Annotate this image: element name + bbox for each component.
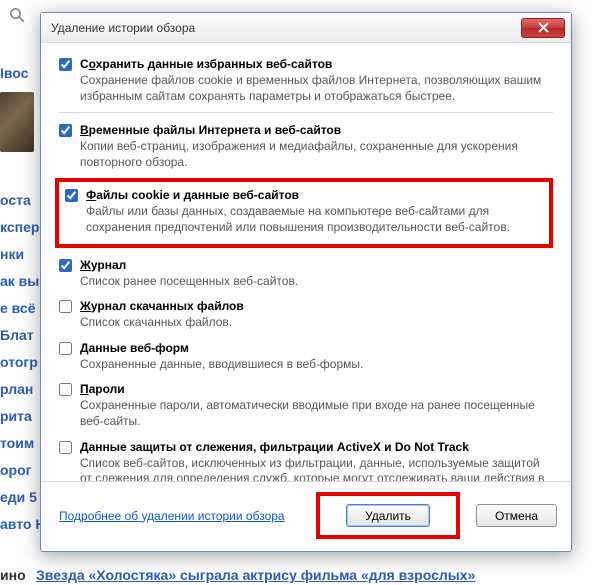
delete-history-dialog: Удаление истории обзора Сохранить данные… (40, 12, 572, 552)
option-download-history: Журнал скачанных файлов Список скачанных… (59, 297, 553, 331)
delete-button[interactable]: Удалить (346, 504, 430, 527)
option-desc: Список веб-сайтов, исключенных из фильтр… (80, 456, 553, 481)
bg-bottom-link[interactable]: Звезда «Холостяка» сыграла актрису фильм… (36, 567, 475, 583)
checkbox-download-history[interactable] (59, 300, 72, 313)
option-title: Данные защиты от слежения, фильтрации Ac… (80, 440, 553, 454)
search-icon (8, 6, 26, 24)
option-form-data: Данные веб-форм Сохраненные данные, ввод… (59, 339, 553, 373)
option-preserve-favorites: Сохранить данные избранных веб-сайтов Со… (59, 55, 553, 104)
checkbox-passwords[interactable] (59, 383, 72, 396)
option-temp-files: Временные файлы Интернета и веб-сайтов К… (59, 112, 553, 170)
option-title: Сохранить данные избранных веб-сайтов (80, 57, 553, 71)
option-desc: Копии веб-страниц, изображения и медиафа… (80, 139, 553, 170)
option-desc: Сохраненные пароли, автоматически вводим… (80, 398, 553, 429)
checkbox-history[interactable] (59, 259, 72, 272)
option-desc: Сохранение файлов cookie и временных фай… (80, 73, 553, 104)
titlebar: Удаление истории обзора (41, 13, 571, 43)
bg-side-links: Iвос оста кспер нки ак вы е всё Блат ото… (0, 60, 38, 538)
option-title: Временные файлы Интернета и веб-сайтов (80, 123, 553, 137)
highlight-cookies: Файлы cookie и данные веб-сайтов Файлы и… (55, 178, 553, 247)
option-desc: Файлы или базы данных, создаваемые на ко… (86, 204, 543, 235)
cancel-button[interactable]: Отмена (476, 504, 557, 527)
option-history: Журнал Список ранее посещенных веб-сайто… (59, 256, 553, 290)
close-icon (538, 22, 549, 33)
close-button[interactable] (521, 18, 565, 38)
option-tracking-protection: Данные защиты от слежения, фильтрации Ac… (59, 438, 553, 481)
bg-bottom-prefix: ино (0, 567, 26, 583)
checkbox-preserve-favorites[interactable] (59, 58, 72, 71)
checkbox-temp-files[interactable] (59, 124, 72, 137)
checkbox-tracking-protection[interactable] (59, 441, 72, 454)
option-title: Данные веб-форм (80, 341, 553, 355)
option-cookies: Файлы cookie и данные веб-сайтов Файлы и… (65, 188, 543, 235)
dialog-title: Удаление истории обзора (51, 21, 521, 35)
option-title: Пароли (80, 382, 553, 396)
option-desc: Список скачанных файлов. (80, 315, 553, 331)
option-title: Журнал скачанных файлов (80, 299, 553, 313)
option-title: Файлы cookie и данные веб-сайтов (86, 188, 543, 202)
dialog-footer: Подробнее об удалении истории обзора Уда… (41, 481, 571, 551)
learn-more-link[interactable]: Подробнее об удалении истории обзора (59, 509, 285, 523)
dialog-content: Сохранить данные избранных веб-сайтов Со… (41, 43, 571, 481)
highlight-delete: Удалить (316, 492, 460, 539)
option-passwords: Пароли Сохраненные пароли, автоматически… (59, 380, 553, 429)
checkbox-form-data[interactable] (59, 342, 72, 355)
option-title: Журнал (80, 258, 553, 272)
checkbox-cookies[interactable] (65, 189, 78, 202)
option-desc: Список ранее посещенных веб-сайтов. (80, 274, 553, 290)
option-desc: Сохраненные данные, вводившиеся в веб-фо… (80, 357, 553, 373)
